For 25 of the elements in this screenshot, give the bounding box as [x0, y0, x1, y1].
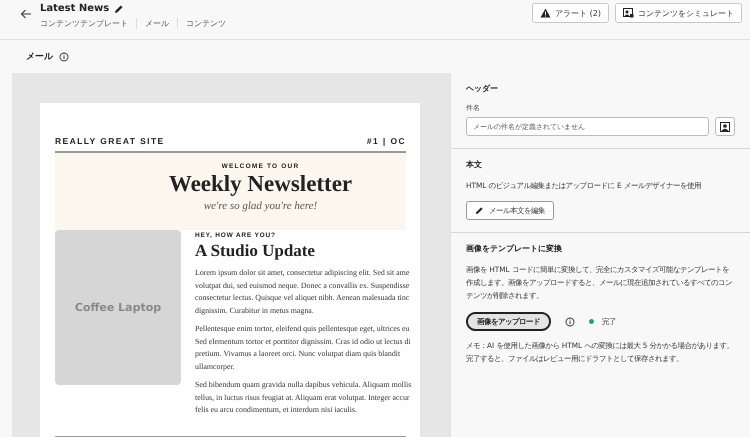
warning-icon: [540, 8, 552, 18]
site-name: REALLY GREAT SITE: [55, 136, 165, 146]
pencil-icon: [114, 4, 124, 14]
pencil-icon: [475, 206, 484, 215]
article-title: A Studio Update: [195, 241, 316, 261]
breadcrumb-link[interactable]: コンテンツテンプレート: [40, 18, 136, 29]
person-icon: [720, 122, 730, 132]
info-icon[interactable]: [59, 52, 69, 62]
back-arrow-icon[interactable]: [20, 9, 32, 19]
page-title: Latest News: [40, 3, 110, 14]
simulate-button[interactable]: コンテンツをシミュレート: [615, 3, 742, 23]
alerts-button[interactable]: アラート (2): [532, 3, 609, 23]
section-heading: 本文: [466, 159, 483, 170]
section-heading: ヘッダー: [466, 83, 499, 94]
newsletter-tagline: we're so glad you're here!: [204, 200, 318, 212]
issue-label: #1 | OC: [366, 136, 406, 146]
image-label: Coffee Laptop: [74, 301, 162, 314]
breadcrumb-link[interactable]: コンテンツ: [177, 18, 234, 29]
info-icon[interactable]: [565, 316, 575, 326]
section-heading: 画像をテンプレートに変換: [466, 243, 563, 254]
breadcrumb-link[interactable]: メール: [136, 18, 177, 29]
preview-icon: [623, 8, 634, 18]
newsletter-headline: Weekly Newsletter: [168, 171, 352, 197]
section-title: メール: [26, 51, 53, 63]
personalize-button[interactable]: [715, 117, 735, 136]
